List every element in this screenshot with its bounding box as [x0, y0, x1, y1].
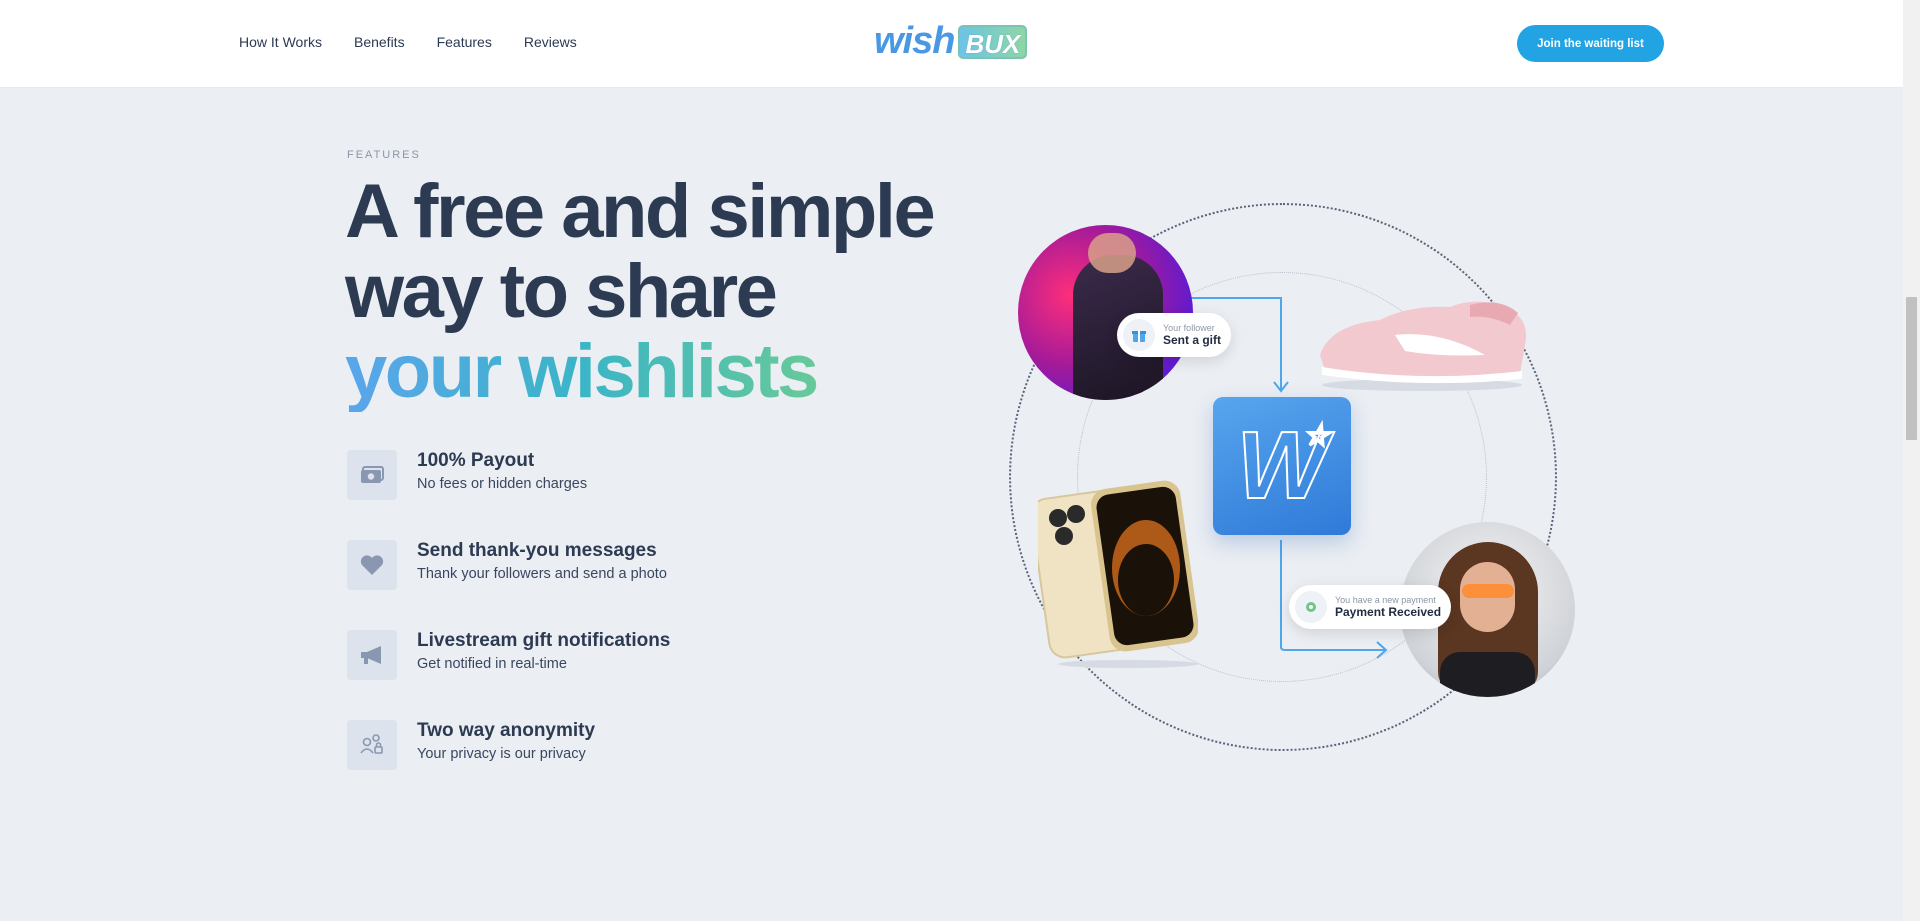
logo-badge: BUX	[958, 24, 1028, 59]
sneaker-image	[1320, 301, 1526, 391]
feature-title: Send thank-you messages	[417, 540, 657, 561]
join-waiting-list-button[interactable]: Join the waiting list	[1517, 25, 1664, 62]
headline-line-2: way to share	[345, 249, 778, 334]
page-title: A free and simple way to share your wish…	[345, 169, 936, 412]
gift-notification-title: Sent a gift	[1163, 332, 1222, 347]
feature-illustration: W ☆ Your follower Sent a gift You have a…	[1000, 190, 1600, 770]
money-icon	[347, 450, 397, 500]
feature-subtitle: Get notified in real-time	[417, 656, 567, 672]
headline-line-3: your wishlists	[345, 332, 933, 412]
wishbux-app-icon: W ☆	[1213, 397, 1351, 535]
feature-subtitle: Your privacy is our privacy	[417, 746, 586, 762]
top-navbar: How It Works Benefits Features Reviews w…	[0, 0, 1903, 88]
heart-icon	[347, 540, 397, 590]
payment-notification-text: You have a new payment Payment Received	[1335, 595, 1441, 620]
feature-title: Two way anonymity	[417, 720, 596, 741]
gift-notification-bubble: Your follower Sent a gift	[1117, 313, 1232, 357]
wishbux-logo[interactable]: wish BUX	[874, 20, 1028, 63]
page: How It Works Benefits Features Reviews w…	[0, 0, 1920, 921]
recipient-top	[1440, 652, 1535, 697]
megaphone-icon	[347, 630, 397, 680]
payment-icon	[1295, 591, 1327, 623]
payment-notification-title: Payment Received	[1335, 604, 1442, 619]
payment-notification-bubble: You have a new payment Payment Received	[1289, 585, 1452, 629]
payment-notification-caption: You have a new payment	[1335, 594, 1436, 605]
gift-notification-text: Your follower Sent a gift	[1163, 323, 1221, 348]
nav-link-benefits[interactable]: Benefits	[354, 34, 405, 50]
iphone-image	[1038, 480, 1198, 668]
scrollbar-thumb[interactable]	[1906, 297, 1917, 440]
nav-link-reviews[interactable]: Reviews	[524, 34, 577, 50]
nav-link-how-it-works[interactable]: How It Works	[239, 34, 322, 50]
recipient-sunglasses	[1462, 584, 1514, 598]
star-icon: ☆	[1303, 419, 1330, 452]
main-nav: How It Works Benefits Features Reviews	[239, 34, 577, 50]
section-eyebrow: FEATURES	[347, 149, 421, 161]
gift-notification-caption: Your follower	[1163, 322, 1215, 333]
feature-title: Livestream gift notifications	[417, 630, 671, 651]
creator-hand	[1088, 233, 1136, 273]
headline-line-1: A free and simple	[345, 169, 936, 254]
feature-subtitle: Thank your followers and send a photo	[417, 566, 667, 582]
page-scrollbar[interactable]	[1903, 0, 1920, 921]
users-lock-icon	[347, 720, 397, 770]
nav-link-features[interactable]: Features	[437, 34, 492, 50]
logo-wordmark: wish	[874, 20, 955, 62]
gift-icon	[1123, 319, 1155, 351]
feature-title: 100% Payout	[417, 450, 535, 471]
feature-subtitle: No fees or hidden charges	[417, 476, 588, 492]
